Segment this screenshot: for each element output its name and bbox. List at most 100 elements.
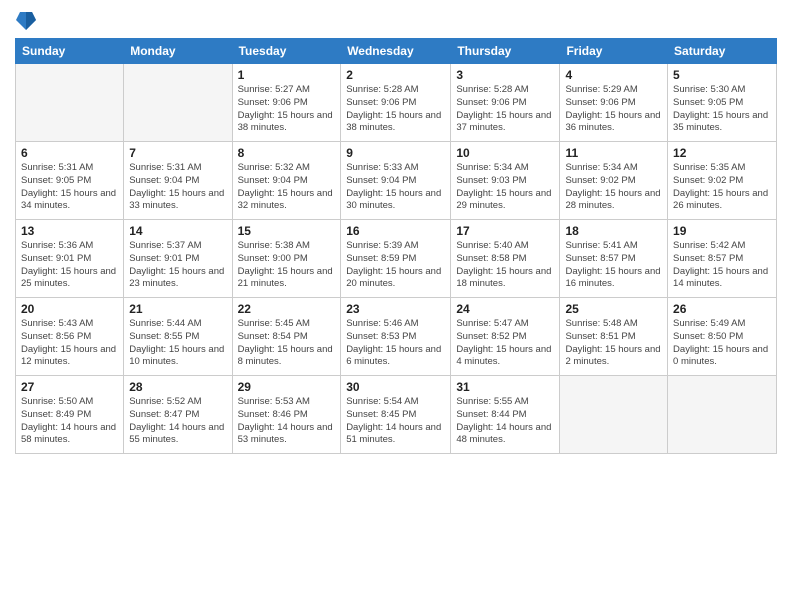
day-number: 23 — [346, 302, 445, 316]
calendar-cell: 27Sunrise: 5:50 AM Sunset: 8:49 PM Dayli… — [16, 376, 124, 454]
day-info: Sunrise: 5:45 AM Sunset: 8:54 PM Dayligh… — [238, 318, 336, 369]
calendar-cell: 2 Sunrise: 5:28 AM Sunset: 9:06 PM Daylig… — [341, 64, 451, 142]
calendar-cell: 10Sunrise: 5:34 AM Sunset: 9:03 PM Dayli… — [451, 142, 560, 220]
day-number: 1 — [238, 68, 336, 82]
calendar-cell — [668, 376, 777, 454]
calendar-cell: 17 Sunrise: 5:40 AM Sunset: 8:58 PM Dayli… — [451, 220, 560, 298]
day-number: 14 — [129, 224, 226, 238]
day-info: Sunrise: 5:53 AM Sunset: 8:46 PM Dayligh… — [238, 396, 336, 447]
day-number: 2 — [346, 68, 445, 82]
day-number: 5 — [673, 68, 771, 82]
day-number: 30 — [346, 380, 445, 394]
calendar-week-2: 6Sunrise: 5:31 AM Sunset: 9:05 PM Daylig… — [16, 142, 777, 220]
day-number: 31 — [456, 380, 554, 394]
day-number: 12 — [673, 146, 771, 160]
day-number: 21 — [129, 302, 226, 316]
day-number: 6 — [21, 146, 118, 160]
calendar-cell: 5 Sunrise: 5:30 AM Sunset: 9:05 PM Daylig… — [668, 64, 777, 142]
logo — [15, 10, 36, 30]
day-info: Sunrise: 5:49 AM Sunset: 8:50 PM Dayligh… — [673, 318, 771, 369]
calendar-cell: 31 Sunrise: 5:55 AM Sunset: 8:44 PM Dayli… — [451, 376, 560, 454]
calendar-cell: 21Sunrise: 5:44 AM Sunset: 8:55 PM Dayli… — [124, 298, 232, 376]
day-number: 4 — [565, 68, 662, 82]
day-info: Sunrise: 5:39 AM Sunset: 8:59 PM Dayligh… — [346, 240, 445, 291]
day-info: Sunrise: 5:47 AM Sunset: 8:52 PM Dayligh… — [456, 318, 554, 369]
calendar-header-thursday: Thursday — [451, 39, 560, 64]
day-number: 17 — [456, 224, 554, 238]
calendar-cell: 26 Sunrise: 5:49 AM Sunset: 8:50 PM Dayli… — [668, 298, 777, 376]
day-number: 10 — [456, 146, 554, 160]
calendar-cell: 7Sunrise: 5:31 AM Sunset: 9:04 PM Daylig… — [124, 142, 232, 220]
calendar-header-monday: Monday — [124, 39, 232, 64]
header — [15, 10, 777, 30]
calendar-week-1: 1Sunrise: 5:27 AM Sunset: 9:06 PM Daylig… — [16, 64, 777, 142]
day-info: Sunrise: 5:40 AM Sunset: 8:58 PM Dayligh… — [456, 240, 554, 291]
day-info: Sunrise: 5:30 AM Sunset: 9:05 PM Dayligh… — [673, 84, 771, 135]
day-number: 7 — [129, 146, 226, 160]
day-number: 19 — [673, 224, 771, 238]
day-number: 18 — [565, 224, 662, 238]
calendar-cell: 6Sunrise: 5:31 AM Sunset: 9:05 PM Daylig… — [16, 142, 124, 220]
day-number: 15 — [238, 224, 336, 238]
day-number: 24 — [456, 302, 554, 316]
calendar: SundayMondayTuesdayWednesdayThursdayFrid… — [15, 38, 777, 454]
day-info: Sunrise: 5:52 AM Sunset: 8:47 PM Dayligh… — [129, 396, 226, 447]
calendar-cell: 16 Sunrise: 5:39 AM Sunset: 8:59 PM Dayli… — [341, 220, 451, 298]
day-info: Sunrise: 5:28 AM Sunset: 9:06 PM Dayligh… — [346, 84, 445, 135]
calendar-cell: 12Sunrise: 5:35 AM Sunset: 9:02 PM Dayli… — [668, 142, 777, 220]
calendar-header-friday: Friday — [560, 39, 668, 64]
calendar-cell: 29 Sunrise: 5:53 AM Sunset: 8:46 PM Dayli… — [232, 376, 341, 454]
day-info: Sunrise: 5:46 AM Sunset: 8:53 PM Dayligh… — [346, 318, 445, 369]
calendar-cell: 8 Sunrise: 5:32 AM Sunset: 9:04 PM Daylig… — [232, 142, 341, 220]
calendar-cell: 1Sunrise: 5:27 AM Sunset: 9:06 PM Daylig… — [232, 64, 341, 142]
calendar-header-wednesday: Wednesday — [341, 39, 451, 64]
calendar-cell: 13 Sunrise: 5:36 AM Sunset: 9:01 PM Dayli… — [16, 220, 124, 298]
calendar-week-4: 20 Sunrise: 5:43 AM Sunset: 8:56 PM Dayli… — [16, 298, 777, 376]
calendar-cell: 24 Sunrise: 5:47 AM Sunset: 8:52 PM Dayli… — [451, 298, 560, 376]
calendar-cell: 18Sunrise: 5:41 AM Sunset: 8:57 PM Dayli… — [560, 220, 668, 298]
calendar-cell: 3Sunrise: 5:28 AM Sunset: 9:06 PM Daylig… — [451, 64, 560, 142]
day-info: Sunrise: 5:54 AM Sunset: 8:45 PM Dayligh… — [346, 396, 445, 447]
logo-icon — [16, 8, 36, 32]
day-info: Sunrise: 5:36 AM Sunset: 9:01 PM Dayligh… — [21, 240, 118, 291]
calendar-cell: 11 Sunrise: 5:34 AM Sunset: 9:02 PM Dayli… — [560, 142, 668, 220]
day-info: Sunrise: 5:43 AM Sunset: 8:56 PM Dayligh… — [21, 318, 118, 369]
day-info: Sunrise: 5:38 AM Sunset: 9:00 PM Dayligh… — [238, 240, 336, 291]
day-number: 29 — [238, 380, 336, 394]
day-number: 25 — [565, 302, 662, 316]
day-number: 22 — [238, 302, 336, 316]
calendar-cell: 25 Sunrise: 5:48 AM Sunset: 8:51 PM Dayli… — [560, 298, 668, 376]
day-info: Sunrise: 5:32 AM Sunset: 9:04 PM Dayligh… — [238, 162, 336, 213]
day-info: Sunrise: 5:55 AM Sunset: 8:44 PM Dayligh… — [456, 396, 554, 447]
calendar-cell: 28 Sunrise: 5:52 AM Sunset: 8:47 PM Dayli… — [124, 376, 232, 454]
calendar-week-5: 27Sunrise: 5:50 AM Sunset: 8:49 PM Dayli… — [16, 376, 777, 454]
calendar-cell: 4 Sunrise: 5:29 AM Sunset: 9:06 PM Daylig… — [560, 64, 668, 142]
day-info: Sunrise: 5:33 AM Sunset: 9:04 PM Dayligh… — [346, 162, 445, 213]
calendar-cell: 30 Sunrise: 5:54 AM Sunset: 8:45 PM Dayli… — [341, 376, 451, 454]
calendar-cell — [560, 376, 668, 454]
day-number: 20 — [21, 302, 118, 316]
day-number: 27 — [21, 380, 118, 394]
calendar-header-tuesday: Tuesday — [232, 39, 341, 64]
day-info: Sunrise: 5:29 AM Sunset: 9:06 PM Dayligh… — [565, 84, 662, 135]
calendar-cell: 20 Sunrise: 5:43 AM Sunset: 8:56 PM Dayli… — [16, 298, 124, 376]
day-info: Sunrise: 5:34 AM Sunset: 9:02 PM Dayligh… — [565, 162, 662, 213]
calendar-cell: 14 Sunrise: 5:37 AM Sunset: 9:01 PM Dayli… — [124, 220, 232, 298]
day-number: 3 — [456, 68, 554, 82]
day-number: 28 — [129, 380, 226, 394]
day-number: 11 — [565, 146, 662, 160]
day-number: 26 — [673, 302, 771, 316]
page: SundayMondayTuesdayWednesdayThursdayFrid… — [0, 0, 792, 612]
calendar-cell: 19 Sunrise: 5:42 AM Sunset: 8:57 PM Dayli… — [668, 220, 777, 298]
day-info: Sunrise: 5:37 AM Sunset: 9:01 PM Dayligh… — [129, 240, 226, 291]
day-number: 16 — [346, 224, 445, 238]
calendar-header-saturday: Saturday — [668, 39, 777, 64]
day-info: Sunrise: 5:48 AM Sunset: 8:51 PM Dayligh… — [565, 318, 662, 369]
day-number: 8 — [238, 146, 336, 160]
calendar-header-row: SundayMondayTuesdayWednesdayThursdayFrid… — [16, 39, 777, 64]
calendar-cell — [16, 64, 124, 142]
calendar-week-3: 13 Sunrise: 5:36 AM Sunset: 9:01 PM Dayli… — [16, 220, 777, 298]
day-number: 13 — [21, 224, 118, 238]
day-info: Sunrise: 5:42 AM Sunset: 8:57 PM Dayligh… — [673, 240, 771, 291]
calendar-cell: 15 Sunrise: 5:38 AM Sunset: 9:00 PM Dayli… — [232, 220, 341, 298]
